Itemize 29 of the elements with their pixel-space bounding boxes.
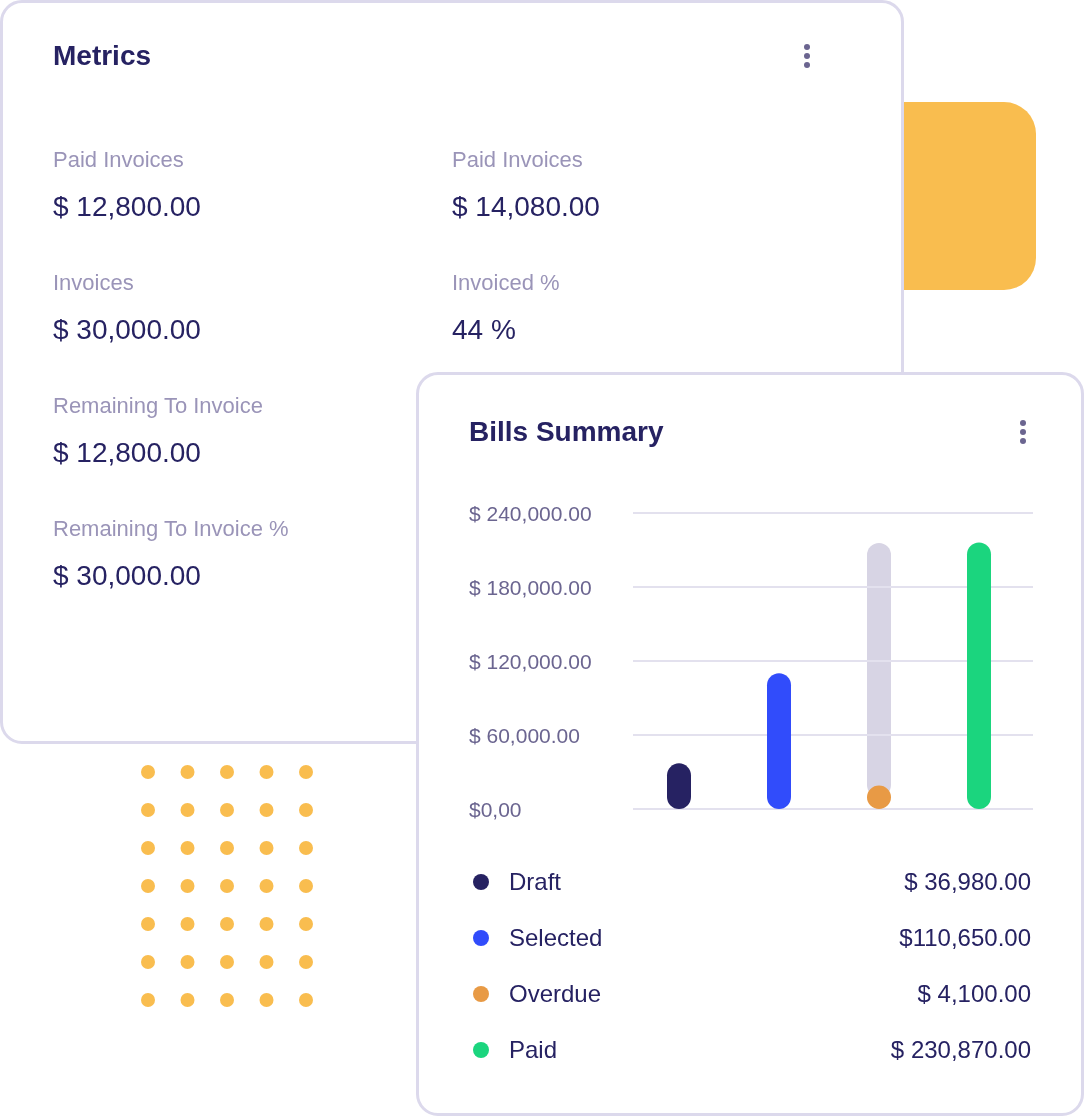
- metric-value: $ 14,080.00: [452, 190, 601, 224]
- metric-label: Invoices: [53, 269, 135, 297]
- metric-value: $ 30,000.00: [53, 313, 202, 347]
- metric-label: Invoiced %: [452, 269, 561, 297]
- legend-label: Draft: [509, 867, 561, 897]
- y-axis-label: $0,00: [469, 798, 522, 821]
- card-title: Metrics: [53, 39, 152, 73]
- metric-label: Remaining To Invoice %: [53, 515, 290, 543]
- y-axis-label: $ 60,000.00: [469, 724, 580, 747]
- legend-value: $110,650.00: [899, 923, 1031, 953]
- legend-label: Selected: [509, 923, 603, 953]
- metric-label: Remaining To Invoice: [53, 392, 264, 420]
- legend-label: Paid: [509, 1035, 558, 1065]
- y-axis-label: $ 120,000.00: [469, 650, 592, 673]
- y-axis-label: $ 240,000.00: [469, 502, 592, 525]
- metric-value: $ 30,000.00: [53, 559, 202, 593]
- legend-value: $ 4,100.00: [917, 979, 1031, 1009]
- metric-value: $ 12,800.00: [53, 190, 202, 224]
- more-options-icon[interactable]: [803, 43, 811, 69]
- metric-value: 44 %: [452, 313, 517, 347]
- metric-value: $ 12,800.00: [53, 436, 202, 470]
- metric-label: Paid Invoices: [452, 146, 584, 174]
- legend-value: $ 230,870.00: [890, 1035, 1031, 1065]
- more-options-icon[interactable]: [1019, 419, 1027, 445]
- legend-label: Overdue: [509, 979, 602, 1009]
- metric-label: Paid Invoices: [53, 146, 185, 174]
- legend-value: $ 36,980.00: [904, 867, 1031, 897]
- y-axis-label: $ 180,000.00: [469, 576, 592, 599]
- card-title: Bills Summary: [469, 415, 664, 449]
